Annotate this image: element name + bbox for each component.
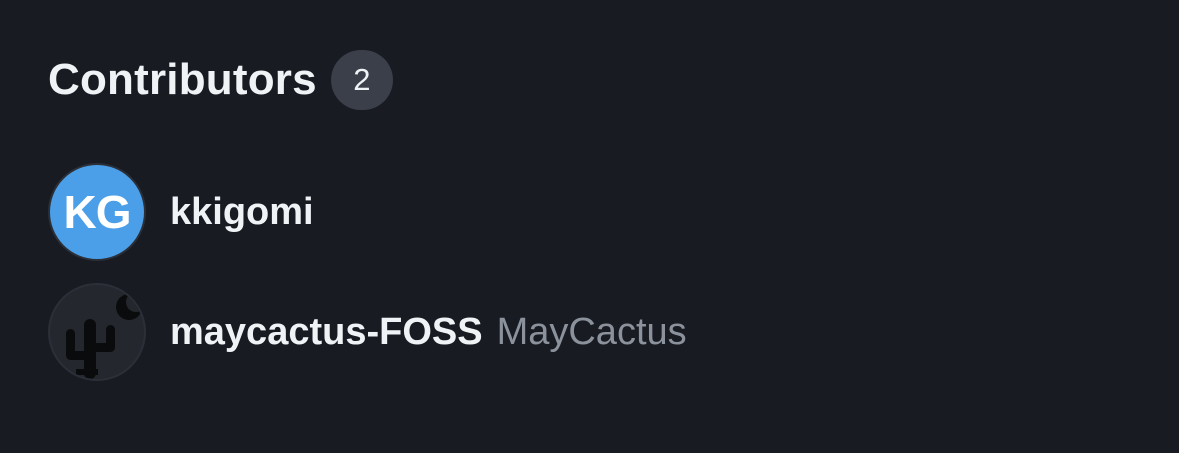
contributor-login[interactable]: maycactus-FOSS (170, 311, 483, 354)
contributors-title[interactable]: Contributors (48, 58, 317, 102)
contributors-count-badge: 2 (330, 50, 393, 110)
avatar-initials: KG (63, 186, 132, 238)
avatar[interactable]: KG (48, 163, 146, 261)
contributors-heading: Contributors 2 (48, 48, 1128, 112)
contributor-item[interactable]: maycactus-FOSS MayCactus (48, 282, 687, 382)
contributors-section: Contributors 2 KG kkigomi maycactus-FOSS… (48, 48, 1128, 381)
contributor-login[interactable]: kkigomi (170, 191, 314, 234)
contributor-item[interactable]: KG kkigomi (48, 162, 687, 262)
contributors-list: KG kkigomi maycactus-FOSS MayCactus (48, 162, 687, 402)
contributor-name: MayCactus (496, 310, 687, 353)
cactus-moon-icon (66, 292, 144, 379)
avatar[interactable] (48, 283, 146, 381)
